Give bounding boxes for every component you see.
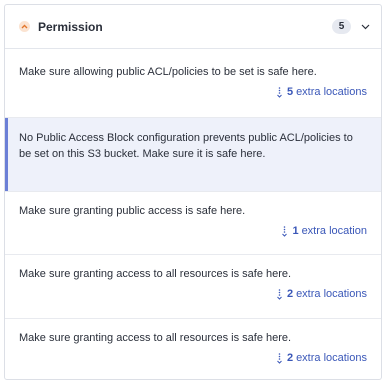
extra-locations-link[interactable]: 5 extra locations: [19, 86, 367, 98]
issue-item[interactable]: Make sure granting access to all resourc…: [5, 255, 381, 319]
extra-locations-link[interactable]: 2 extra locations: [19, 352, 367, 364]
issue-item[interactable]: Make sure granting access to all resourc…: [5, 319, 381, 379]
extra-locations-label: extra locations: [296, 288, 367, 300]
issue-message: Make sure granting access to all resourc…: [19, 332, 292, 344]
issue-item[interactable]: Make sure allowing public ACL/policies t…: [5, 49, 381, 118]
issue-message: Make sure granting public access is safe…: [19, 205, 246, 217]
issue-item[interactable]: Make sure granting public access is safe…: [5, 192, 381, 255]
dotted-arrow-down-icon: [277, 288, 282, 300]
dotted-arrow-down-icon: [282, 225, 288, 237]
extra-locations-label: extra locations: [296, 352, 367, 364]
dotted-arrow-down-icon: [277, 86, 282, 98]
issue-message: Make sure granting access to all resourc…: [19, 268, 292, 280]
issue-message: No Public Access Block configuration pre…: [19, 132, 353, 160]
issue-message: Make sure allowing public ACL/policies t…: [19, 66, 317, 78]
extra-locations-count: 1: [292, 225, 299, 237]
severity-icon: [19, 21, 30, 32]
extra-locations-count: 2: [286, 352, 294, 364]
issue-count-badge: 5: [332, 19, 351, 34]
category-title: Permission: [38, 19, 103, 34]
extra-locations-count: 2: [286, 288, 294, 300]
category-header[interactable]: Permission 5: [5, 5, 381, 49]
extra-locations-link[interactable]: 2 extra locations: [19, 288, 367, 300]
issue-item-selected[interactable]: No Public Access Block configuration pre…: [5, 118, 381, 192]
dotted-arrow-down-icon: [277, 352, 282, 364]
extra-locations-count: 5: [286, 86, 294, 98]
extra-locations-label: extra location: [301, 225, 367, 237]
extra-locations-link[interactable]: 1 extra location: [19, 225, 367, 237]
chevron-down-icon[interactable]: [359, 21, 371, 33]
permission-panel: Permission 5 Make sure allowing public A…: [4, 4, 382, 380]
extra-locations-label: extra locations: [296, 86, 367, 98]
